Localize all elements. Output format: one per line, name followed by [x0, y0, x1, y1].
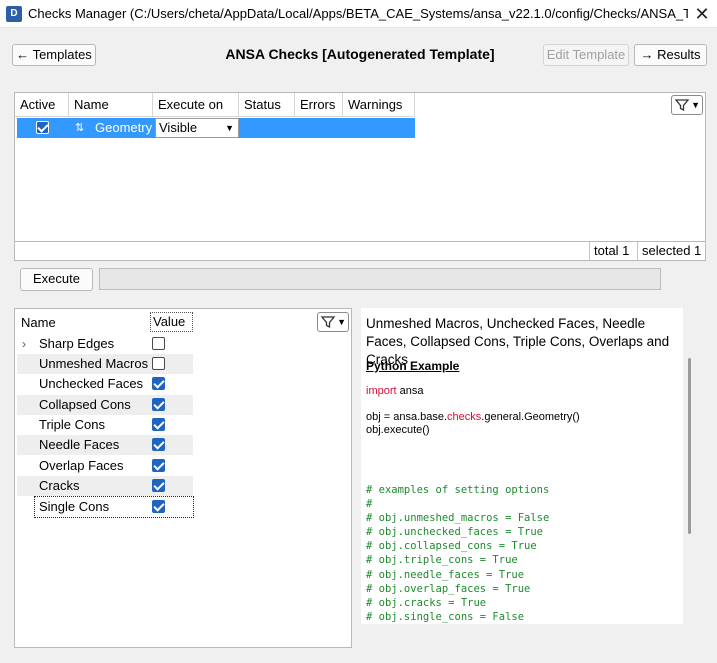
filter-icon: [320, 316, 336, 329]
option-label: Overlap Faces: [39, 458, 124, 473]
option-row-sharp-edges[interactable]: › Sharp Edges: [17, 334, 193, 354]
active-checkbox[interactable]: [36, 121, 49, 134]
code-comment: # obj.unchecked_faces = True: [366, 526, 544, 538]
options-tree: Name Value ▼ › Sharp Edges Unmeshed Macr…: [14, 308, 352, 648]
close-icon[interactable]: ✕: [690, 2, 714, 26]
option-label: Needle Faces: [39, 437, 120, 452]
execute-on-select[interactable]: Visible ▼: [155, 118, 239, 138]
page-title: ANSA Checks [Autogenerated Template]: [225, 46, 495, 62]
option-checkbox[interactable]: [152, 337, 165, 350]
option-row-collapsed-cons[interactable]: Collapsed Cons: [17, 395, 193, 415]
title-bar: D Checks Manager (C:/Users/cheta/AppData…: [0, 0, 717, 28]
column-header-errors[interactable]: Errors: [295, 93, 343, 117]
execute-on-value: Visible: [159, 120, 198, 135]
option-checkbox[interactable]: [152, 479, 165, 492]
option-row-overlap-faces[interactable]: Overlap Faces: [17, 456, 193, 476]
option-checkbox[interactable]: [152, 459, 165, 472]
option-checkbox[interactable]: [152, 438, 165, 451]
check-name: Geometry: [95, 120, 153, 135]
chevron-down-icon: ▼: [691, 100, 700, 110]
option-row-unmeshed-macros[interactable]: Unmeshed Macros: [17, 354, 193, 374]
option-checkbox[interactable]: [152, 398, 165, 411]
geometry-check-icon: ⇅: [75, 122, 85, 134]
option-checkbox[interactable]: [152, 377, 165, 390]
code-comment: # obj.collapsed_cons = True: [366, 540, 537, 552]
table-header: Active Name Execute on Status Errors War…: [15, 93, 415, 117]
filter-icon: [674, 99, 690, 112]
option-row-unchecked-faces[interactable]: Unchecked Faces: [17, 374, 193, 394]
code-comment: # obj.overlap_faces = True: [366, 583, 531, 595]
code-execute-line: obj.execute(): [366, 424, 430, 436]
column-header-status[interactable]: Status: [239, 93, 295, 117]
status-bar: total 1 selected 1: [14, 241, 706, 261]
code-comment: # obj.single_cons = False: [366, 611, 525, 623]
app-icon: D: [6, 6, 22, 22]
option-row-triple-cons[interactable]: Triple Cons: [17, 415, 193, 435]
code-comment: # obj.cracks = True: [366, 597, 487, 609]
results-button-label: Results: [657, 47, 701, 62]
option-checkbox[interactable]: [152, 357, 165, 370]
table-row[interactable]: ⇅ Geometry Visible ▼: [17, 118, 415, 138]
option-checkbox[interactable]: [152, 500, 165, 513]
chevron-right-icon[interactable]: ›: [22, 334, 26, 354]
code-text: obj = ansa.base.: [366, 411, 448, 423]
options-filter-button[interactable]: ▼: [317, 312, 349, 332]
column-header-execute-on[interactable]: Execute on: [153, 93, 239, 117]
code-comment: # obj.triple_cons = True: [366, 554, 518, 566]
code-comment: # examples of setting options: [366, 484, 550, 496]
option-row-needle-faces[interactable]: Needle Faces: [17, 435, 193, 455]
code-comment: # obj.needle_faces = True: [366, 569, 525, 581]
arrow-right-icon: →: [640, 47, 654, 62]
option-label: Triple Cons: [39, 417, 105, 432]
option-label: Collapsed Cons: [39, 397, 131, 412]
python-example-title: Python Example: [366, 359, 460, 373]
edit-template-button[interactable]: Edit Template: [543, 44, 629, 66]
column-header-active[interactable]: Active: [15, 93, 69, 117]
chevron-down-icon: ▼: [225, 123, 234, 133]
column-header-warnings[interactable]: Warnings: [343, 93, 415, 117]
option-row-cracks[interactable]: Cracks: [17, 476, 193, 496]
column-header-name[interactable]: Name: [69, 93, 153, 117]
results-button[interactable]: → Results: [634, 44, 707, 66]
option-checkbox[interactable]: [152, 418, 165, 431]
code-comment: # obj.unmeshed_macros = False: [366, 512, 550, 524]
templates-button-label: Templates: [32, 47, 92, 62]
description-panel: Unmeshed Macros, Unchecked Faces, Needle…: [361, 308, 683, 624]
progress-bar: [99, 268, 661, 290]
code-keyword: checks: [447, 411, 482, 423]
code-import-line: import ansa: [366, 385, 423, 398]
option-label: Sharp Edges: [39, 336, 115, 351]
code-text: ansa: [396, 385, 424, 397]
arrow-left-icon: ←: [16, 47, 30, 62]
chevron-down-icon: ▼: [337, 317, 346, 327]
option-label: Unmeshed Macros: [39, 356, 149, 371]
options-header-value[interactable]: Value: [150, 312, 193, 332]
option-label: Cracks: [39, 478, 80, 493]
code-text: .general.Geometry(): [481, 411, 580, 423]
checks-table: Active Name Execute on Status Errors War…: [14, 92, 706, 242]
code-obj-line: obj = ansa.base.checks.general.Geometry(…: [366, 411, 580, 424]
option-row-single-cons[interactable]: Single Cons: [34, 496, 194, 518]
option-label: Single Cons: [39, 499, 110, 514]
templates-button[interactable]: ← Templates: [12, 44, 96, 66]
option-label: Unchecked Faces: [39, 376, 144, 391]
code-keyword: import: [366, 385, 397, 397]
execute-button[interactable]: Execute: [20, 268, 93, 291]
status-selected: selected 1: [637, 242, 707, 260]
description-scrollbar[interactable]: [688, 358, 691, 534]
window-title: Checks Manager (C:/Users/cheta/AppData/L…: [28, 6, 688, 21]
code-comment: #: [366, 498, 373, 510]
options-header-name[interactable]: Name: [21, 315, 56, 330]
table-filter-button[interactable]: ▼: [671, 95, 703, 115]
